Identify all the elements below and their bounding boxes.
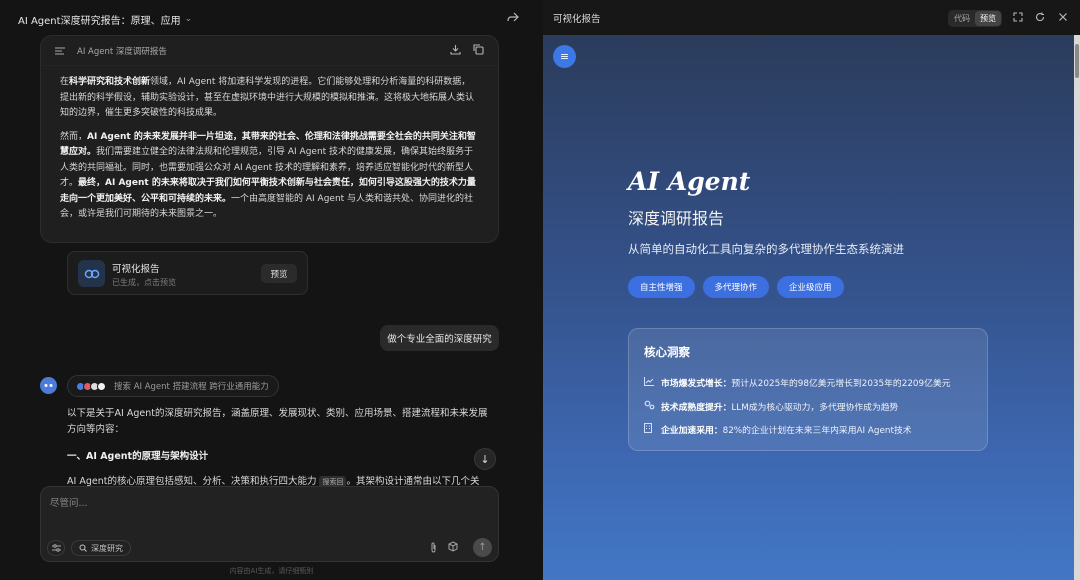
emphasized-text: 科学研究和技术创新 (69, 77, 151, 87)
building-icon (644, 423, 654, 436)
chat-pane: AI Agent深度研究报告：原理、应用 ⌄ AI Agent 深度调研报告 在… (0, 0, 543, 580)
insight-label: 市场爆发式增长： (661, 379, 732, 389)
visual-report-title: 可视化报告 (112, 264, 160, 275)
tab-code[interactable]: 代码 (949, 11, 975, 26)
hero-description: 从简单的自动化工具向复杂的多代理协作生态系统演进 (628, 242, 904, 256)
deep-research-button[interactable]: 深度研究 (71, 540, 131, 556)
scroll-down-button[interactable]: ↓ (474, 448, 496, 470)
report-preview: ≡ AI Agent 深度调研报告 从简单的自动化工具向复杂的多代理协作生态系统… (543, 35, 1074, 580)
search-sources-pill[interactable]: 搜索 AI Agent 搭建流程 跨行业通用能力 (67, 375, 279, 397)
insight-row: 技术成熟度提升： LLM成为核心驱动力，多代理协作成为趋势 (644, 400, 898, 413)
insight-label: 技术成熟度提升： (661, 403, 732, 413)
menu-button[interactable]: ≡ (553, 45, 576, 68)
tag-enterprise[interactable]: 企业级应用 (777, 276, 844, 298)
insight-title: 核心洞察 (644, 345, 690, 359)
answer-text: 。其架构设计通常由以下几个关 (346, 475, 480, 487)
preview-button[interactable]: 预览 (261, 264, 297, 283)
tag-autonomy[interactable]: 自主性增强 (628, 276, 695, 298)
footer-disclaimer: 内容由AI生成，请仔细甄别 (229, 567, 314, 575)
source-icon (97, 381, 106, 391)
insight-row: 企业加速采用： 82%的企业计划在未来三年内采用AI Agent技术 (644, 423, 912, 436)
deep-research-label: 深度研究 (91, 543, 123, 553)
send-button[interactable]: ↑ (473, 538, 492, 557)
preview-header: 可视化报告 代码 预览 (543, 0, 1080, 35)
insight-card: 核心洞察 市场爆发式增长： 预计从2025年的98亿美元增长到2035年的220… (628, 328, 988, 451)
attach-icon[interactable] (429, 542, 438, 556)
paragraph-text: 在 (60, 77, 70, 87)
expand-icon[interactable] (1013, 12, 1023, 25)
document-card-title: AI Agent 深度调研报告 (77, 46, 167, 57)
scrollbar-track[interactable] (1074, 35, 1080, 580)
assistant-answer: 以下是关于AI Agent的深度研究报告，涵盖原理、发展现状、类别、应用场景、搭… (67, 406, 495, 489)
outline-icon[interactable] (55, 47, 65, 55)
copy-icon[interactable] (473, 44, 484, 58)
close-icon[interactable] (1058, 12, 1068, 25)
search-summary: 搜索 AI Agent 搭建流程 跨行业通用能力 (114, 382, 269, 392)
document-card: AI Agent 深度调研报告 在科学研究和技术创新领域，AI Agent 将加… (40, 35, 499, 243)
refresh-icon[interactable] (1035, 12, 1045, 25)
cube-icon[interactable] (448, 541, 458, 555)
assistant-avatar (40, 377, 57, 394)
answer-heading: 一、AI Agent的原理与架构设计 (67, 451, 209, 462)
link-icon (78, 260, 105, 287)
insight-label: 企业加速采用： (661, 426, 723, 436)
share-icon[interactable] (507, 11, 521, 25)
insight-text: 82%的企业计划在未来三年内采用AI Agent技术 (722, 426, 912, 436)
hero-title: AI Agent (628, 167, 751, 196)
document-paragraph: 然而，AI Agent 的未来发展并非一片坦途，其带来的社会、伦理和法律挑战需要… (60, 130, 478, 223)
source-favicons (76, 381, 106, 391)
visual-report-card[interactable]: 可视化报告 已生成，点击预览 预览 (67, 251, 308, 295)
chat-title[interactable]: AI Agent深度研究报告：原理、应用 (18, 12, 181, 27)
line-chart-icon (644, 376, 654, 389)
hero-subtitle: 深度调研报告 (628, 209, 725, 228)
chevron-down-icon[interactable]: ⌄ (185, 14, 193, 24)
user-message: 做个专业全面的深度研究 (380, 325, 499, 351)
document-body: 在科学研究和技术创新领域，AI Agent 将加速科学发现的进程。它们能够处理和… (41, 66, 498, 223)
view-toggle: 代码 预览 (948, 10, 1002, 27)
tag-multi-agent[interactable]: 多代理协作 (702, 276, 770, 298)
tag-list: 自主性增强 多代理协作 企业级应用 (628, 276, 844, 298)
answer-text: AI Agent的核心原理包括感知、分析、决策和执行四大能力 (67, 475, 317, 487)
download-icon[interactable] (450, 44, 461, 58)
insight-text: LLM成为核心驱动力，多代理协作成为趋势 (731, 403, 899, 413)
document-paragraph: 在科学研究和技术创新领域，AI Agent 将加速科学发现的进程。它们能够处理和… (60, 75, 478, 122)
preview-title: 可视化报告 (553, 13, 601, 25)
message-input[interactable]: 尽管问... (50, 495, 88, 509)
paragraph-text: 然而， (60, 131, 88, 142)
insight-row: 市场爆发式增长： 预计从2025年的98亿美元增长到2035年的2209亿美元 (644, 376, 951, 389)
chat-header: AI Agent深度研究报告：原理、应用 ⌄ (0, 0, 543, 38)
visual-report-subtitle: 已生成，点击预览 (112, 278, 176, 287)
scrollbar-thumb[interactable] (1075, 44, 1079, 78)
research-icon (79, 544, 87, 552)
tab-preview[interactable]: 预览 (975, 11, 1001, 26)
insight-text: 预计从2025年的98亿美元增长到2035年的2209亿美元 (731, 379, 951, 389)
gears-icon (644, 400, 655, 413)
composer: 尽管问... 深度研究 ↑ (40, 486, 499, 562)
settings-toggle-icon[interactable] (47, 540, 65, 556)
document-card-header: AI Agent 深度调研报告 (41, 36, 498, 66)
preview-pane: 可视化报告 代码 预览 ≡ AI Agent 深度调研报告 从简单的自动化工具向… (543, 0, 1080, 580)
answer-intro: 以下是关于AI Agent的深度研究报告，涵盖原理、发展现状、类别、应用场景、搭… (67, 408, 488, 435)
